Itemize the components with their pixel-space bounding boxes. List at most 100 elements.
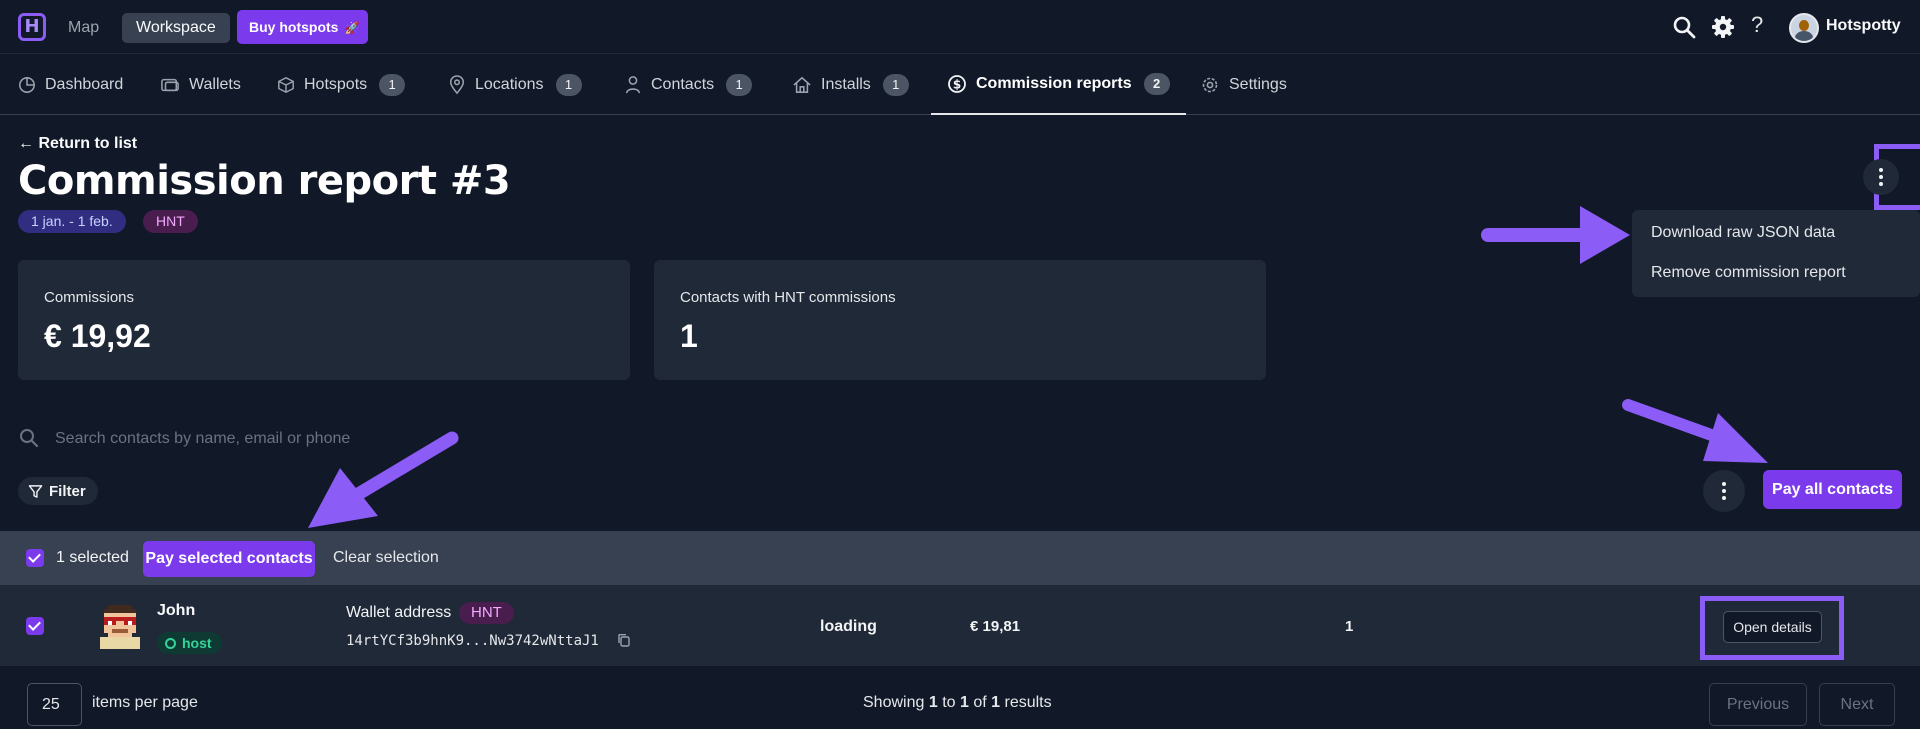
tab-label: Wallets [189, 76, 241, 93]
payment-status: loading [820, 618, 877, 635]
search-icon[interactable] [1672, 15, 1696, 39]
filter-button[interactable]: Filter [18, 477, 98, 505]
filter-label: Filter [49, 482, 86, 500]
svg-text:$: $ [953, 78, 961, 92]
tab-hotspots[interactable]: Hotspots 1 [277, 55, 406, 115]
open-details-button[interactable]: Open details [1723, 611, 1822, 643]
hotspot-count: 1 [1345, 618, 1354, 635]
pay-selected-contacts-button[interactable]: Pay selected contacts [143, 541, 315, 577]
card-label: Commissions [44, 289, 135, 306]
tab-label: Hotspots [304, 76, 368, 93]
cube-icon [278, 76, 294, 94]
tab-locations[interactable]: Locations 1 [448, 55, 582, 115]
buy-hotspots-button[interactable]: Buy hotspots 🚀 [237, 10, 368, 44]
copy-icon[interactable] [617, 633, 631, 647]
user-icon [625, 76, 641, 94]
role-label: host [182, 635, 212, 651]
tab-label: Settings [1229, 76, 1287, 93]
items-per-page-select[interactable]: 25 [27, 683, 82, 726]
menu-item-download-json[interactable]: Download raw JSON data [1651, 224, 1835, 242]
nav-map[interactable]: Map [54, 13, 113, 43]
summary-to: 1 [959, 694, 969, 711]
help-icon[interactable]: ? [1751, 12, 1763, 38]
tab-settings[interactable]: Settings [1200, 55, 1287, 115]
tab-badge: 2 [1143, 73, 1170, 95]
tab-label: Installs [821, 76, 871, 93]
summary-text: results [1004, 694, 1052, 711]
contact-avatar [100, 605, 140, 649]
summary-text: of [973, 694, 987, 711]
tab-label: Dashboard [45, 76, 124, 93]
tab-installs[interactable]: Installs 1 [792, 55, 909, 115]
summary-text: to [942, 694, 956, 711]
nav-workspace[interactable]: Workspace [122, 13, 230, 43]
summary-from: 1 [928, 694, 938, 711]
row-checkbox[interactable] [26, 617, 44, 635]
gear-icon[interactable] [1711, 15, 1735, 39]
chart-pie-icon [19, 77, 35, 93]
tab-badge: 1 [882, 74, 909, 96]
user-avatar[interactable] [1789, 13, 1819, 43]
tab-label: Contacts [651, 76, 715, 93]
filter-icon [28, 484, 43, 498]
token-badge: HNT [143, 210, 198, 233]
previous-page-button[interactable]: Previous [1709, 683, 1807, 726]
pagination-summary: Showing 1 to 1 of 1 results [863, 694, 1052, 712]
wallet-icon [161, 78, 179, 92]
more-vertical-icon [1879, 175, 1883, 179]
host-icon [165, 637, 176, 649]
tab-label: Locations [475, 76, 544, 93]
wallet-address-label: Wallet address [346, 604, 452, 621]
select-all-checkbox[interactable] [26, 549, 44, 567]
summary-total: 1 [991, 694, 1001, 711]
annotation-arrow [1622, 399, 1768, 463]
annotation-arrow [1481, 206, 1630, 264]
card-value: € 19,92 [44, 318, 151, 354]
dollar-circle-icon: $ [948, 75, 966, 93]
commission-amount: € 19,81 [970, 618, 1021, 635]
contact-name[interactable]: John [157, 602, 195, 620]
tab-contacts[interactable]: Contacts 1 [624, 55, 753, 115]
selected-count: 1 selected [56, 549, 129, 566]
report-options-menu: Download raw JSON data Remove commission… [1632, 210, 1920, 297]
card-value: 1 [680, 318, 698, 354]
search-contacts-input[interactable] [55, 426, 555, 452]
bulk-selection-bar: 1 selected Pay selected contacts Clear s… [0, 531, 1920, 585]
card-label: Contacts with HNT commissions [680, 289, 896, 306]
table-row: John host Wallet address HNT 14rtYCf3b9h… [0, 585, 1920, 667]
summary-text: Showing [863, 694, 925, 711]
items-per-page-label: items per page [92, 694, 198, 711]
hotspotty-logo-icon[interactable]: H [18, 13, 46, 41]
search-icon [20, 429, 39, 448]
wallet-token-badge: HNT [459, 602, 514, 624]
menu-item-remove-report[interactable]: Remove commission report [1651, 264, 1846, 282]
clear-selection-button[interactable]: Clear selection [333, 549, 439, 567]
more-vertical-icon [1722, 489, 1726, 493]
tab-label: Commission reports [976, 75, 1132, 92]
role-badge: host [157, 632, 222, 654]
section-tabs: Dashboard Wallets Hotspots 1 Locations 1… [0, 55, 1920, 115]
rocket-icon: 🚀 [344, 21, 360, 35]
tab-badge: 1 [726, 74, 753, 96]
wallet-address: 14rtYCf3b9hnK9...Nw3742wNttaJ1 [346, 633, 599, 649]
tab-commission-reports[interactable]: $ Commission reports 2 [931, 55, 1186, 115]
table-options-button[interactable] [1703, 470, 1745, 512]
buy-hotspots-label: Buy hotspots [249, 19, 339, 35]
map-pin-icon [449, 75, 465, 95]
tab-wallets[interactable]: Wallets [160, 55, 241, 115]
tab-badge: 1 [555, 74, 582, 96]
page-title: Commission report #3 [18, 158, 511, 204]
gear-outline-icon [1202, 77, 1218, 93]
report-options-button[interactable] [1863, 159, 1899, 195]
return-to-list-link[interactable]: ← Return to list [18, 135, 137, 153]
next-page-button[interactable]: Next [1819, 683, 1895, 726]
date-range-badge: 1 jan. - 1 feb. [18, 210, 126, 233]
home-icon [793, 76, 811, 93]
commissions-card: Commissions € 19,92 [18, 260, 630, 380]
tab-dashboard[interactable]: Dashboard [18, 55, 123, 115]
contacts-commissions-card: Contacts with HNT commissions 1 [654, 260, 1266, 380]
user-name[interactable]: Hotspotty [1826, 17, 1901, 35]
top-bar: H Map Workspace Buy hotspots 🚀 ? Hotspott… [0, 0, 1920, 54]
tab-badge: 1 [379, 74, 406, 96]
pay-all-contacts-button[interactable]: Pay all contacts [1763, 470, 1902, 509]
